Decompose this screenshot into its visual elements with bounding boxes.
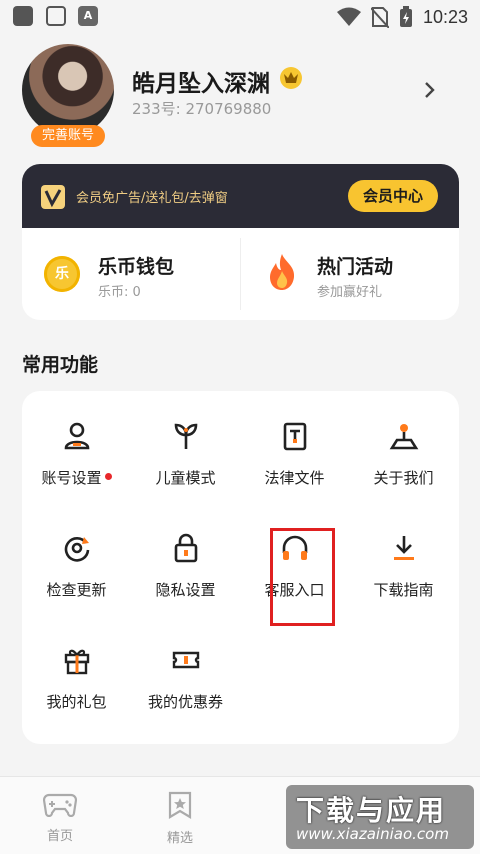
check-update-item[interactable]: 检查更新 xyxy=(22,503,131,603)
notification-dot xyxy=(104,473,112,480)
my-coupons-item[interactable]: 我的优惠券 xyxy=(131,615,240,715)
my-gifts-item[interactable]: 我的礼包 xyxy=(22,615,131,715)
joystick-icon xyxy=(389,424,419,450)
refresh-icon xyxy=(64,537,90,562)
privacy-settings-label: 隐私设置 xyxy=(155,581,216,599)
vip-banner[interactable]: 会员免广告/送礼包/去弹窗 会员中心 xyxy=(22,164,459,228)
nav-home-label: 首页 xyxy=(46,829,73,844)
star-icon xyxy=(168,791,192,819)
complete-account-badge[interactable]: 完善账号 xyxy=(31,125,105,147)
about-us-label: 关于我们 xyxy=(373,469,434,487)
notification-a-icon: A xyxy=(78,6,98,26)
coin-icon: 乐 xyxy=(44,256,80,292)
about-us-item[interactable]: 关于我们 xyxy=(349,391,458,491)
gamepad-icon xyxy=(42,793,78,818)
notification-app-icon xyxy=(13,6,33,26)
account-settings-item[interactable]: 账号设置 xyxy=(22,391,131,491)
privacy-settings-item[interactable]: 隐私设置 xyxy=(131,503,240,603)
hot-activities-title: 热门活动 xyxy=(317,256,394,278)
document-icon xyxy=(283,422,307,451)
fire-icon xyxy=(270,254,295,290)
crown-icon xyxy=(280,67,302,89)
sprout-icon xyxy=(174,423,198,449)
my-coupons-label: 我的优惠券 xyxy=(147,693,223,711)
coupon-icon xyxy=(172,651,200,669)
account-settings-label: 账号设置 xyxy=(41,469,102,487)
download-icon xyxy=(394,536,414,560)
avatar[interactable] xyxy=(22,44,114,136)
coin-wallet[interactable]: 乐 乐币钱包 乐币: 0 xyxy=(22,228,240,320)
wallet-panel: 乐 乐币钱包 乐币: 0 热门活动 参加赢好礼 xyxy=(22,228,459,320)
lock-icon xyxy=(174,533,198,563)
no-sim-icon xyxy=(370,7,389,28)
status-bar: A 10:23 xyxy=(0,0,480,34)
function-grid: 账号设置 儿童模式 法律文件 关于我们 检查更新 隐私设置 客服入口 下载指南 … xyxy=(22,391,459,744)
battery-charging-icon xyxy=(399,6,412,27)
watermark: 下载与应用 www.xiazainiao.com xyxy=(286,785,474,849)
chevron-right-icon[interactable] xyxy=(424,82,436,98)
clock: 10:23 xyxy=(422,6,468,27)
section-title: 常用功能 xyxy=(22,354,99,376)
highlight-box xyxy=(270,528,335,626)
user-id: 233号: 270769880 xyxy=(132,100,272,118)
gift-icon xyxy=(64,649,90,675)
watermark-sub: www.xiazainiao.com xyxy=(296,825,449,843)
hot-activities-sub: 参加赢好礼 xyxy=(317,285,383,300)
lock-notification-icon xyxy=(46,6,66,26)
download-guide-item[interactable]: 下载指南 xyxy=(349,503,458,603)
coin-balance: 乐币: 0 xyxy=(98,285,141,300)
user-icon xyxy=(64,422,90,450)
hot-activities[interactable]: 热门活动 参加赢好礼 xyxy=(241,228,459,320)
nav-featured-label: 精选 xyxy=(166,831,193,846)
coin-wallet-title: 乐币钱包 xyxy=(98,256,175,278)
check-update-label: 检查更新 xyxy=(46,581,107,599)
my-gifts-label: 我的礼包 xyxy=(46,693,107,711)
kids-mode-item[interactable]: 儿童模式 xyxy=(131,391,240,491)
vip-logo-icon xyxy=(41,185,65,209)
download-guide-label: 下载指南 xyxy=(373,581,434,599)
nav-home[interactable]: 首页 xyxy=(20,791,100,844)
wifi-icon xyxy=(336,7,361,26)
vip-promo-text: 会员免广告/送礼包/去弹窗 xyxy=(76,191,228,206)
legal-docs-item[interactable]: 法律文件 xyxy=(240,391,349,491)
watermark-main: 下载与应用 xyxy=(296,794,447,827)
nav-featured[interactable]: 精选 xyxy=(140,791,220,846)
nickname: 皓月坠入深渊 xyxy=(132,71,270,97)
legal-docs-label: 法律文件 xyxy=(264,469,325,487)
kids-mode-label: 儿童模式 xyxy=(155,469,216,487)
vip-center-button[interactable]: 会员中心 xyxy=(348,180,438,212)
